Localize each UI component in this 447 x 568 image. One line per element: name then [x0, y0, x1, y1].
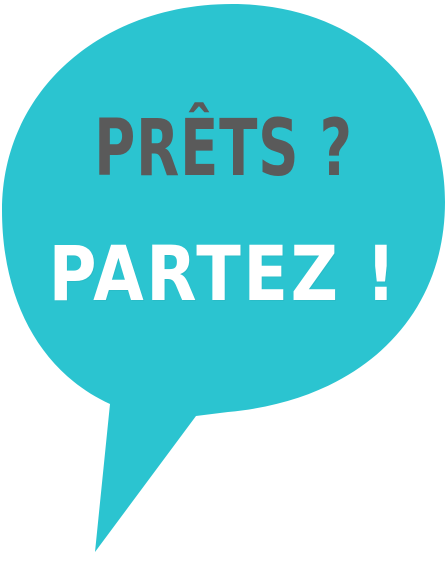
heading-line-pret: PRÊTS ?	[94, 104, 353, 194]
heading-line-partez: PARTEZ !	[48, 229, 399, 318]
speech-bubble-graphic: PRÊTS ? PARTEZ !	[0, 0, 447, 568]
